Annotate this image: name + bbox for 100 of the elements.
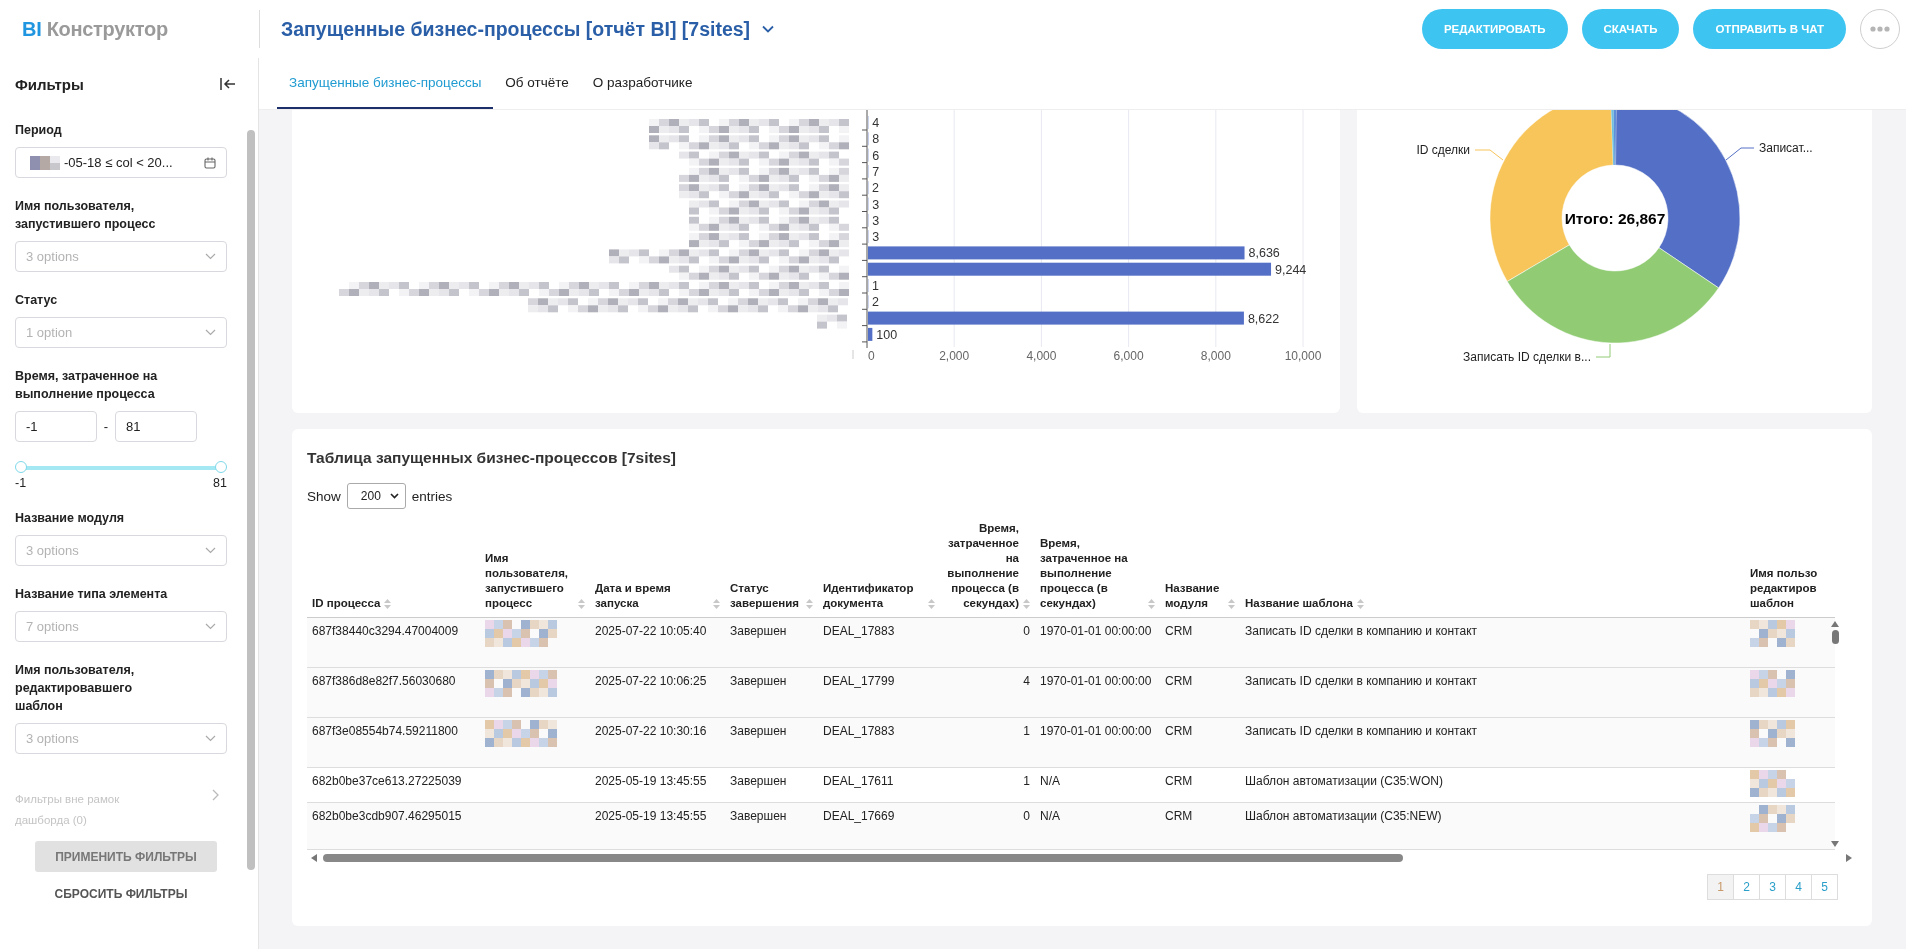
column-header[interactable]: Идентификатор документа <box>818 513 940 617</box>
column-header[interactable]: Время, затраченное на выполнение процесса (в секундах) <box>940 513 1035 617</box>
chevron-down-icon <box>205 623 216 630</box>
table-cell: 0 <box>940 617 1035 667</box>
scroll-right-icon[interactable] <box>1846 854 1852 862</box>
table-cell: Завершен <box>725 667 818 717</box>
chevron-down-icon <box>205 329 216 336</box>
column-header[interactable]: Имя пользователя, запустившего процесс <box>480 513 590 617</box>
date-range-field[interactable]: -05-18 ≤ col < 20... <box>15 147 227 178</box>
table-cell: 0 <box>940 802 1035 849</box>
report-title: Запущенные бизнес-процессы [отчёт BI] [7sites] <box>281 17 751 41</box>
data-label: 6 <box>872 148 880 163</box>
chevron-down-icon <box>205 253 216 260</box>
table-cell: Шаблон автоматизации (C35:NEW) <box>1240 802 1745 849</box>
scroll-left-icon[interactable] <box>311 854 317 862</box>
entries-label: entries <box>411 488 453 504</box>
max-input[interactable]: 81 <box>115 411 197 442</box>
data-label: 1 <box>872 279 879 293</box>
filter-label: Имя пользователя, запустившего процесс <box>15 198 157 233</box>
sort-icon <box>1148 598 1155 609</box>
table-cell: Завершен <box>725 717 818 767</box>
slice-label: ID сделки <box>1416 143 1470 157</box>
table-cell: 1 <box>940 717 1035 767</box>
collapse-icon[interactable] <box>220 77 236 91</box>
table-cell: N/A <box>1035 767 1160 802</box>
filter-label: Название типа элемента <box>15 586 169 603</box>
leader-line <box>1595 343 1611 358</box>
table-cell: Записать ID сделки в компанию и контакт <box>1240 667 1745 717</box>
filter-label: Название модуля <box>15 510 126 527</box>
table-cell: CRM <box>1160 802 1240 849</box>
column-header[interactable]: Имя пользо редактиров шаблон <box>1745 513 1835 617</box>
column-header[interactable]: Название шаблона <box>1240 513 1745 617</box>
slider-handle[interactable] <box>15 461 27 473</box>
table-cell: 2025-07-22 10:06:25 <box>590 667 725 717</box>
table-cell: CRM <box>1160 617 1240 667</box>
column-header[interactable]: Время, затраченное на выполнение процесса (в секундах) <box>1035 513 1160 617</box>
data-label: 7 <box>872 164 880 179</box>
filter-label: Период <box>15 122 63 139</box>
filter-label: Статус <box>15 292 59 309</box>
data-label: 8,622 <box>1247 311 1280 326</box>
sort-icon <box>806 598 813 609</box>
column-header[interactable]: ID процесса <box>307 513 480 617</box>
table-cell: Записать ID сделки в компанию и контакт <box>1240 617 1745 667</box>
leader-line <box>1725 147 1755 161</box>
more-icon <box>1870 26 1890 32</box>
table-cell: 2025-07-22 10:05:40 <box>590 617 725 667</box>
table-cell: DEAL_17883 <box>818 617 940 667</box>
column-header[interactable]: Название модуля <box>1160 513 1240 617</box>
slice-label: Записать ID сделки в... <box>1463 350 1591 364</box>
tab[interactable]: О разработчике <box>580 58 705 109</box>
filters-title: Фильтры <box>15 75 84 93</box>
scroll-down-icon[interactable] <box>1831 841 1839 847</box>
column-header[interactable]: Статус завершения <box>725 513 818 617</box>
scroll-up-icon[interactable] <box>1831 621 1839 627</box>
data-label: 3 <box>872 213 880 228</box>
table-cell: 682b0be37ce613.27225039 <box>307 767 480 802</box>
table-cell: DEAL_17611 <box>818 767 940 802</box>
page-size-select[interactable]: 200 <box>346 483 406 509</box>
min-input[interactable]: -1 <box>15 411 97 442</box>
table-cell: 687f386d8e82f7.56030680 <box>307 667 480 717</box>
sort-icon <box>713 598 720 609</box>
table-cell: DEAL_17669 <box>818 802 940 849</box>
sort-icon <box>1356 598 1364 609</box>
data-label: 3 <box>872 230 880 245</box>
app-logo: BI Конструктор <box>0 10 260 48</box>
chevron-down-icon[interactable] <box>762 25 775 33</box>
tab[interactable]: Об отчёте <box>493 58 581 109</box>
table-cell: 687f38440c3294.47004009 <box>307 617 480 667</box>
data-label: 2 <box>872 295 880 310</box>
sort-icon <box>578 598 585 609</box>
data-label: 100 <box>876 327 898 342</box>
table-cell: DEAL_17883 <box>818 717 940 767</box>
reset-filters-button[interactable]: СБРОСИТЬ ФИЛЬТРЫ <box>15 886 227 902</box>
table-cell: 2025-05-19 13:45:55 <box>590 802 725 849</box>
scroll-thumb[interactable] <box>1831 630 1839 644</box>
table-cell: 1970-01-01 00:00:00 <box>1035 717 1160 767</box>
sort-icon <box>1228 598 1235 609</box>
data-label: 9,244 <box>1275 262 1307 277</box>
table-cell: 4 <box>940 667 1035 717</box>
table-cell: 2025-05-19 13:45:55 <box>590 767 725 802</box>
table-cell: N/A <box>1035 802 1160 849</box>
table-cell: Завершен <box>725 767 818 802</box>
max-label: 81 <box>213 476 227 490</box>
sort-icon <box>384 598 392 609</box>
slider-handle[interactable] <box>215 461 227 473</box>
table-cell: Записать ID сделки в компанию и контакт <box>1240 717 1745 767</box>
table-title: Таблица запущенных бизнес-процессов [7sites] <box>307 449 678 467</box>
table-cell: 2025-07-22 10:30:16 <box>590 717 725 767</box>
table-cell: DEAL_17799 <box>818 667 940 717</box>
data-label: 8 <box>872 132 880 147</box>
slice-label: Записат... <box>1759 141 1813 155</box>
axis-tick-label: 2,000 <box>939 349 970 363</box>
axis-tick-label: 6,000 <box>1113 349 1144 363</box>
data-label: 8,636 <box>1248 246 1280 261</box>
table-cell: 687f3e08554b74.59211800 <box>307 717 480 767</box>
table-cell: CRM <box>1160 767 1240 802</box>
leader-line <box>1474 149 1504 161</box>
column-header[interactable]: Дата и время запуска <box>590 513 725 617</box>
table-cell: 1970-01-01 00:00:00 <box>1035 617 1160 667</box>
sort-icon <box>928 598 935 609</box>
